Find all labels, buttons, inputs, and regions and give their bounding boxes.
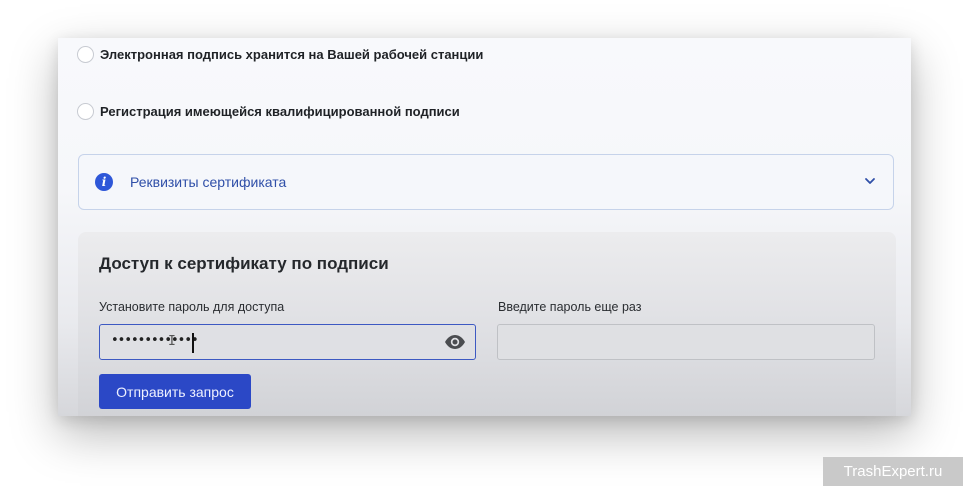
certificate-details-accordion[interactable]: i Реквизиты сертификата	[78, 154, 894, 210]
password-value: •••••••••••••	[111, 333, 199, 348]
text-caret	[192, 333, 194, 353]
password-input[interactable]: ••••••••••••• I	[99, 324, 476, 360]
radio-button-local-signature[interactable]	[77, 46, 94, 63]
radio-button-register-qualified[interactable]	[77, 103, 94, 120]
password-label: Установите пароль для доступа	[99, 300, 285, 314]
watermark: TrashExpert.ru	[823, 457, 963, 486]
repeat-password-input[interactable]	[497, 324, 875, 360]
eye-icon[interactable]	[444, 334, 466, 350]
info-icon: i	[95, 173, 113, 191]
option-local-signature[interactable]: Электронная подпись хранится на Вашей ра…	[77, 46, 483, 63]
repeat-password-label: Введите пароль еще раз	[498, 300, 642, 314]
option-register-qualified-label: Регистрация имеющейся квалифицированной …	[100, 104, 460, 119]
certificate-details-label: Реквизиты сертификата	[130, 174, 287, 190]
chevron-down-icon[interactable]	[863, 174, 877, 188]
option-local-signature-label: Электронная подпись хранится на Вашей ра…	[100, 47, 484, 62]
certificate-form-card: Электронная подпись хранится на Вашей ра…	[58, 38, 911, 416]
option-register-qualified[interactable]: Регистрация имеющейся квалифицированной …	[77, 103, 460, 120]
panel-title: Доступ к сертификату по подписи	[99, 254, 389, 273]
submit-request-button[interactable]: Отправить запрос	[99, 374, 251, 409]
ibeam-cursor-icon: I	[168, 334, 176, 349]
certificate-access-panel: Доступ к сертификату по подписи Установи…	[78, 232, 896, 416]
